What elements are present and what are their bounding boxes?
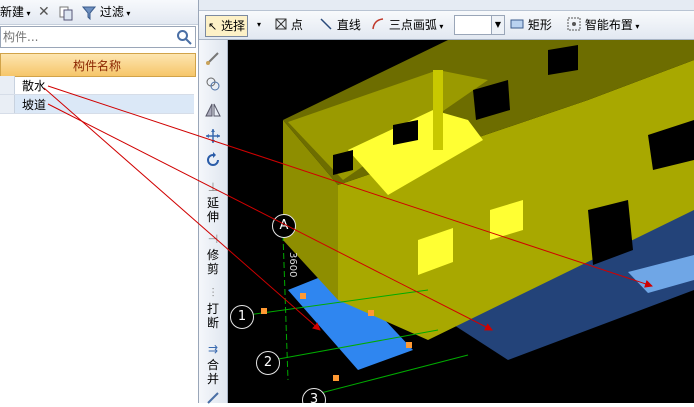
column-header-name: 构件名称 bbox=[73, 59, 122, 73]
trim-label: 修剪 bbox=[206, 248, 219, 276]
mirror-icon[interactable] bbox=[199, 102, 227, 121]
search-input[interactable] bbox=[1, 27, 175, 47]
merge-icon: ⇉ bbox=[207, 342, 219, 356]
line-button[interactable]: 直线 bbox=[319, 15, 361, 35]
grid-axis-label: 2 bbox=[256, 351, 280, 375]
rectangle-icon bbox=[510, 19, 524, 29]
new-button-label: 新建 bbox=[0, 5, 25, 19]
chevron-down-icon[interactable]: ▼ bbox=[491, 15, 505, 35]
rotate-icon[interactable] bbox=[199, 152, 227, 171]
chevron-down-icon[interactable]: ▾ bbox=[257, 15, 261, 35]
grid-axis-label: 1 bbox=[230, 305, 254, 329]
building-model bbox=[247, 40, 694, 396]
trim-icon: ⊣ bbox=[207, 232, 219, 246]
component-name: 散水 bbox=[22, 79, 47, 93]
extend-button[interactable]: 延伸 bbox=[199, 196, 227, 224]
break-label: 打断 bbox=[206, 302, 219, 330]
chevron-down-icon: ▾ bbox=[436, 22, 444, 31]
table-row[interactable]: 坡道 bbox=[0, 95, 194, 114]
line-icon bbox=[320, 18, 332, 30]
trim-button[interactable]: 修剪 bbox=[199, 248, 227, 276]
smart-layout-icon bbox=[567, 17, 581, 31]
3d-viewport[interactable]: A 1 2 3 3600 bbox=[228, 40, 694, 403]
arc-button[interactable]: 三点画弧 ▾ bbox=[371, 15, 443, 35]
offset-icon[interactable] bbox=[199, 76, 227, 95]
row-gutter bbox=[0, 76, 15, 94]
filter-icon bbox=[81, 6, 97, 20]
component-name: 坡道 bbox=[22, 98, 47, 112]
component-toolbar: 新建 ▾ ✕ 过滤 ▾ bbox=[0, 0, 198, 25]
merge-label: 合并 bbox=[206, 358, 219, 386]
filter-button[interactable]: 过滤 ▾ bbox=[81, 3, 131, 21]
new-button[interactable]: 新建 ▾ bbox=[0, 3, 31, 21]
point-button-label: 点 bbox=[290, 18, 303, 32]
rectangle-button[interactable]: 矩形 bbox=[510, 15, 552, 35]
row-gutter bbox=[0, 95, 15, 113]
search-box bbox=[0, 26, 196, 48]
break-icon: ⫶ bbox=[211, 286, 215, 300]
extend-label: 延伸 bbox=[206, 196, 219, 224]
table-header: 构件名称 bbox=[0, 53, 196, 77]
chevron-down-icon: ▾ bbox=[24, 9, 31, 18]
delete-icon[interactable]: ✕ bbox=[38, 3, 50, 21]
pencil-icon[interactable] bbox=[199, 392, 227, 407]
merge-button[interactable]: 合并 bbox=[199, 358, 227, 386]
point-button[interactable]: 点 bbox=[275, 15, 303, 35]
drawing-toolbar: ↖ 选择 ▾ 点 直线 三点画弧 ▾ ▼ 矩形 智能布置 ▾ bbox=[199, 11, 694, 40]
copy-icon[interactable] bbox=[58, 3, 74, 21]
select-button[interactable]: ↖ 选择 bbox=[205, 15, 249, 37]
cursor-icon: ↖ bbox=[208, 20, 218, 33]
chevron-down-icon: ▾ bbox=[123, 9, 131, 18]
rectangle-button-label: 矩形 bbox=[527, 18, 552, 32]
chevron-down-icon: ▾ bbox=[632, 22, 640, 31]
dimension-label: 3600 bbox=[287, 252, 298, 278]
break-button[interactable]: 打断 bbox=[199, 302, 227, 330]
grid-axis-label: A bbox=[272, 214, 296, 238]
table-row[interactable]: 散水 bbox=[0, 76, 194, 95]
edit-tool-strip: ⊥ 延伸 ⊣ 修剪 ⫶ 打断 ⇉ 合并 bbox=[199, 40, 228, 404]
extend-icon: ⊥ bbox=[207, 180, 219, 194]
arc-option-select[interactable] bbox=[454, 15, 492, 35]
filter-button-label: 过滤 bbox=[99, 5, 124, 19]
search-icon[interactable] bbox=[176, 29, 192, 45]
arc-icon bbox=[372, 18, 384, 30]
move-icon[interactable] bbox=[199, 128, 227, 147]
arc-button-label: 三点画弧 bbox=[388, 18, 437, 32]
line-button-label: 直线 bbox=[336, 18, 361, 32]
top-toolbar-row-1 bbox=[199, 0, 694, 11]
select-button-label: 选择 bbox=[221, 19, 246, 33]
brush-icon[interactable] bbox=[199, 50, 227, 69]
smart-layout-button[interactable]: 智能布置 ▾ bbox=[567, 15, 639, 35]
smart-layout-button-label: 智能布置 bbox=[584, 18, 633, 32]
point-icon bbox=[275, 18, 287, 30]
